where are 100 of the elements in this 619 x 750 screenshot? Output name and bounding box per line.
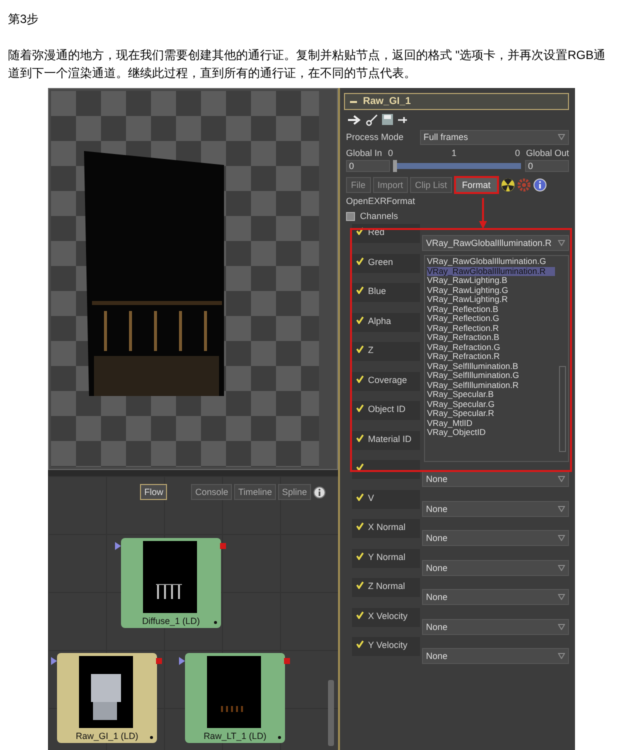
key-icon[interactable] [366, 114, 378, 126]
channel-label: Alpha [368, 316, 392, 326]
channel-label: Blue [368, 286, 386, 296]
dropdown-arrow-icon[interactable] [558, 240, 565, 246]
dropdown-arrow-icon[interactable] [558, 564, 565, 570]
channel-label: X Velocity [368, 610, 408, 620]
flow-node[interactable]: Raw_LT_1 (LD) [185, 653, 285, 743]
lights-thumbnail-drawing [221, 706, 243, 712]
section-label: Channels [360, 211, 398, 221]
dropdown-arrow-icon[interactable] [558, 506, 565, 512]
checkmark-icon[interactable] [356, 404, 364, 412]
dropdown-arrow-icon[interactable] [558, 653, 565, 659]
channel-label: Y Velocity [368, 640, 408, 650]
channel-dropdown[interactable]: None [422, 618, 569, 634]
field-label: Global Out [526, 148, 569, 158]
channel-dropdown[interactable]: None [422, 589, 569, 605]
panel-tab[interactable]: Timeline [234, 484, 276, 500]
range-tick-label: 0 [388, 148, 394, 158]
list-option[interactable]: VRay_RawLighting.R [427, 295, 566, 304]
slider-thumb[interactable] [393, 160, 397, 172]
checkmark-icon[interactable] [356, 374, 364, 382]
instruction-paragraph: 随着弥漫通的地方，现在我们需要创建其他的通行证。复制并粘贴节点，返回的格式 "选项卡，并再次设置RGB通道到下一个渲染通道。继续此过程，直到所有的通行证，在不同的节点代表。 [8, 47, 607, 82]
checkmark-icon[interactable] [356, 640, 364, 648]
step-title: 第3步 [8, 12, 39, 26]
info-icon[interactable] [532, 178, 547, 192]
info-icon[interactable] [313, 486, 326, 498]
list-option[interactable]: VRay_Reflection.B [427, 304, 566, 314]
format-name: OpenEXRFormat [346, 196, 416, 207]
channel-dropdown[interactable]: VRay_RawGlobalIllumination.R [422, 235, 569, 251]
channel-label: Object ID [368, 404, 406, 414]
list-option[interactable]: VRay_Refraction.B [427, 333, 566, 342]
process-mode-dropdown[interactable]: Full frames [420, 130, 569, 144]
building-thumbnail-drawing [91, 674, 121, 720]
dropdown-arrow-icon[interactable] [558, 624, 565, 630]
channel-dropdown[interactable]: None [422, 648, 569, 664]
node-label: Diffuse_1 (LD) [141, 616, 201, 626]
list-option[interactable]: VRay_Specular.G [427, 400, 566, 409]
channel-label: Material ID [368, 434, 412, 444]
dropdown-arrow-icon[interactable] [558, 134, 565, 140]
inspector-tab[interactable]: Format [454, 176, 499, 194]
list-option[interactable]: VRay_RawGlobalIllumination.G [427, 257, 566, 266]
list-option[interactable]: VRay_Reflection.G [427, 314, 566, 324]
list-option[interactable]: VRay_SelfIllumination.B [427, 362, 566, 371]
panel-tab[interactable]: Flow [140, 484, 168, 500]
channel-label: Y Normal [368, 552, 406, 562]
list-option[interactable]: VRay_SelfIllumination.G [427, 371, 566, 380]
checkmark-icon[interactable] [356, 227, 364, 235]
checkmark-icon[interactable] [356, 610, 364, 618]
list-option[interactable]: VRay_SelfIllumination.R [427, 380, 566, 390]
channel-label: Coverage [368, 374, 408, 384]
list-option[interactable]: VRay_RawLighting.B [427, 276, 566, 286]
radiation-icon[interactable] [500, 178, 515, 192]
list-option[interactable]: VRay_Refraction.R [427, 352, 566, 362]
panel-tab[interactable]: Spline [278, 484, 311, 500]
channel-dropdown[interactable]: None [422, 530, 569, 546]
channel-dropdown[interactable]: None [422, 560, 569, 576]
list-option[interactable]: VRay_Refraction.G [427, 342, 566, 352]
list-option[interactable]: VRay_Specular.B [427, 390, 566, 400]
status-dot-icon [278, 736, 281, 739]
panel-tab[interactable]: Console [191, 484, 232, 500]
checkmark-icon[interactable] [356, 581, 364, 589]
checkmark-icon[interactable] [356, 492, 364, 500]
channel-label: Green [368, 256, 394, 266]
field-label: Global In [346, 148, 382, 158]
global-in-field[interactable]: 0 [346, 160, 390, 172]
checkmark-icon[interactable] [356, 345, 364, 353]
list-option[interactable]: VRay_Reflection.R [427, 324, 566, 333]
channel-dropdown[interactable]: None [422, 500, 569, 516]
global-out-field[interactable]: 0 [525, 160, 569, 172]
scrollbar[interactable] [559, 366, 566, 452]
tool-header[interactable]: Raw_GI_1 [344, 93, 569, 110]
annotation-arrow [479, 198, 487, 229]
scrollbar[interactable] [328, 680, 334, 746]
dropdown-arrow-icon[interactable] [558, 535, 565, 541]
checkmark-icon[interactable] [356, 256, 364, 264]
checkmark-icon[interactable] [356, 434, 364, 442]
range-tick-label: 0 [514, 148, 520, 158]
collapse-icon[interactable] [346, 212, 355, 220]
checkmark-icon[interactable] [356, 316, 364, 324]
node-label: Raw_LT_1 (LD) [202, 731, 268, 741]
list-option[interactable]: VRay_Specular.R [427, 409, 566, 418]
channel-dropdown[interactable]: None [422, 471, 569, 487]
list-option[interactable]: VRay_MtlID [427, 418, 566, 428]
arrow-icon[interactable] [348, 114, 362, 124]
dropdown-arrow-icon[interactable] [558, 594, 565, 600]
list-option[interactable]: VRay_ObjectID [427, 428, 566, 438]
dropdown-arrow-icon[interactable] [558, 476, 565, 482]
node-label: Raw_GI_1 (LD) [74, 731, 140, 741]
checkmark-icon[interactable] [356, 522, 364, 530]
flow-node[interactable]: Raw_GI_1 (LD) [57, 653, 157, 743]
checkmark-icon[interactable] [356, 286, 364, 294]
tool-title: Raw_GI_1 [363, 96, 411, 107]
channel-label: Z [368, 345, 374, 355]
flow-node[interactable]: Diffuse_1 (LD) [121, 538, 221, 628]
checkmark-icon[interactable] [356, 463, 364, 471]
field-label: Process Mode [346, 132, 404, 142]
list-option[interactable]: VRay_RawLighting.G [427, 286, 566, 295]
channel-label: Z Normal [368, 581, 406, 591]
checkmark-icon[interactable] [356, 552, 364, 560]
status-dot-icon [150, 736, 153, 739]
